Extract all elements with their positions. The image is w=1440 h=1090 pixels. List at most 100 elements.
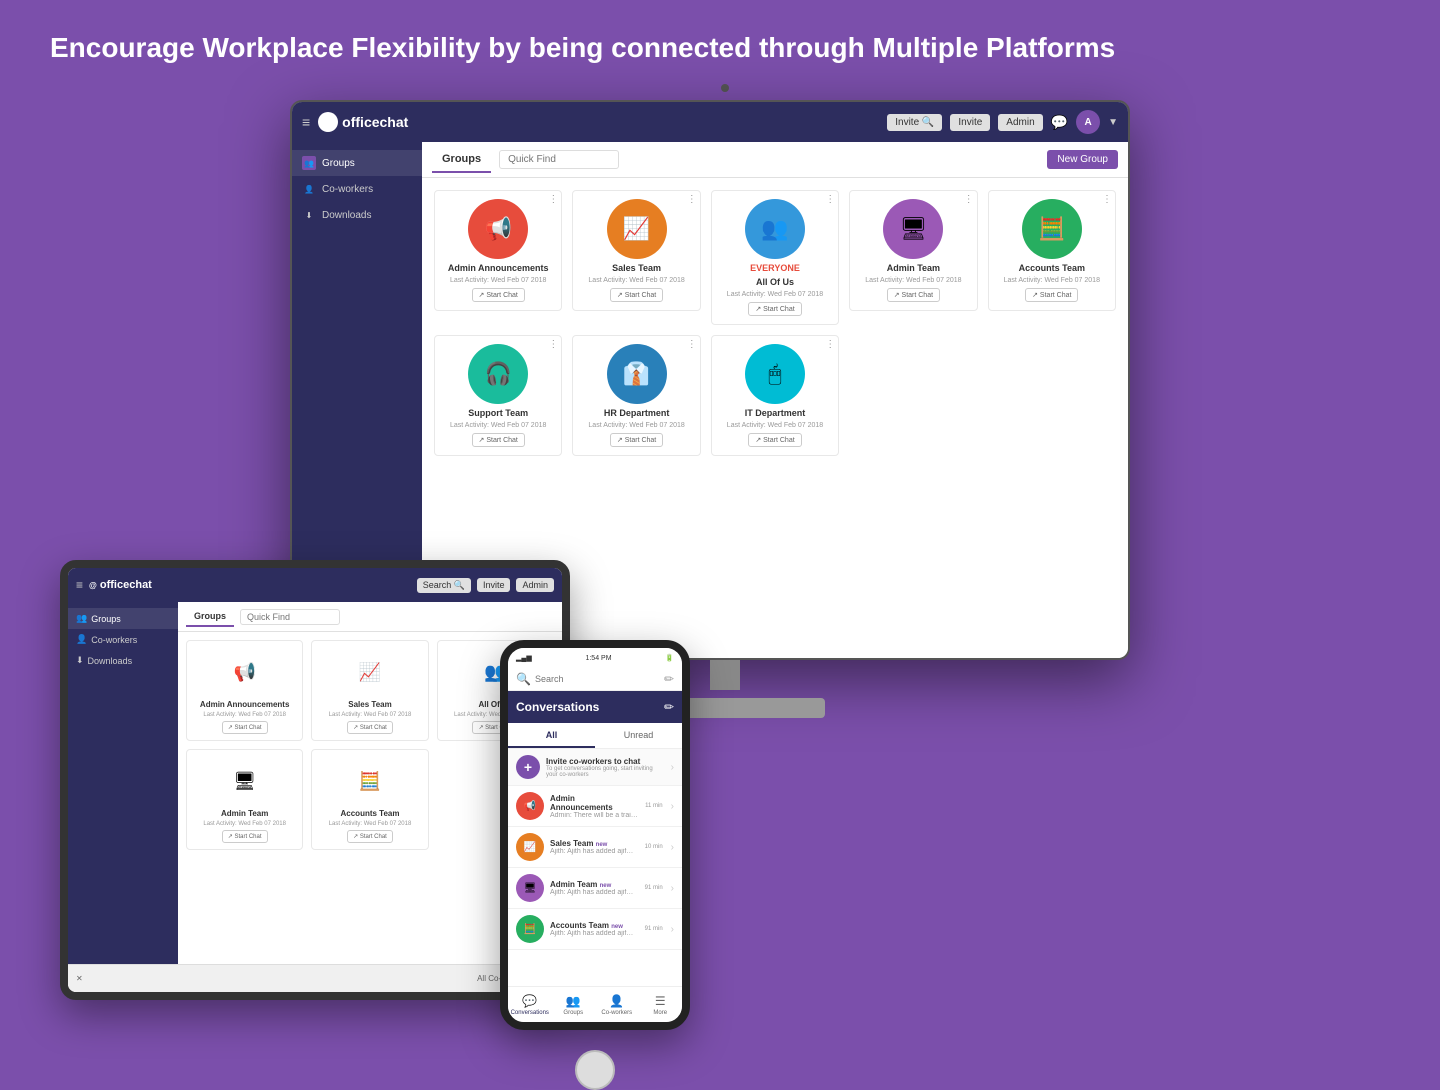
group-menu-icon[interactable]: ⋮	[1102, 194, 1112, 205]
tablet-group-icon-admin: 📢	[220, 647, 270, 697]
tablet-start-chat-admin[interactable]: ↗ Start Chat	[222, 721, 268, 734]
group-name-sales: Sales Team	[612, 263, 661, 273]
phone-search-icon[interactable]: 🔍	[516, 672, 531, 686]
tablet-group-admin-announcements[interactable]: 📢 Admin Announcements Last Activity: Wed…	[186, 640, 303, 741]
apple-logo-area	[620, 800, 760, 940]
dropdown-chevron-icon[interactable]: ▼	[1108, 117, 1118, 128]
new-group-button[interactable]: New Group	[1047, 150, 1118, 169]
search-button[interactable]: Invite 🔍	[887, 114, 942, 131]
tablet-topbar: ≡ @ officechat Search 🔍 Invite Admin	[68, 568, 562, 602]
group-date-it: Last Activity: Wed Feb 07 2018	[727, 422, 823, 429]
phone-nav-more[interactable]: ☰ More	[639, 987, 683, 1022]
group-card[interactable]: 📈 Sales Team Last Activity: Wed Feb 07 2…	[572, 190, 700, 311]
tablet-footer-close-icon[interactable]: ✕	[76, 974, 83, 983]
group-card-accounts: 🧮 Accounts Team Last Activity: Wed Feb 0…	[988, 190, 1116, 325]
group-everyone-label: EVERYONE	[750, 263, 800, 273]
group-name-support: Support Team	[468, 408, 528, 418]
tablet-downloads-label: Downloads	[88, 656, 133, 666]
tablet-start-chat-accounts[interactable]: ↗ Start Chat	[347, 830, 393, 843]
groups-nav-label: Groups	[563, 1010, 583, 1016]
groups-tab[interactable]: Groups	[432, 147, 491, 173]
tablet-coworkers-label: Co-workers	[91, 635, 137, 645]
monitor-stand-neck	[710, 660, 740, 690]
group-menu-icon[interactable]: ⋮	[687, 194, 697, 205]
group-menu-icon[interactable]: ⋮	[687, 339, 697, 350]
tablet-content-header: Groups	[178, 602, 562, 632]
group-card[interactable]: 🖥 Admin Team Last Activity: Wed Feb 07 2…	[849, 190, 977, 311]
sidebar-item-coworkers[interactable]: 👤 Co-workers	[292, 176, 422, 202]
sidebar-item-downloads[interactable]: ⬇ Downloads	[292, 202, 422, 228]
invite-button[interactable]: Invite	[950, 114, 990, 131]
sidebar-item-groups[interactable]: 👥 Groups	[292, 150, 422, 176]
tablet-search-btn[interactable]: Search 🔍	[417, 578, 471, 593]
group-name-accounts: Accounts Team	[1019, 263, 1085, 273]
phone-search-input[interactable]	[535, 674, 660, 684]
phone-home-button[interactable]	[575, 1050, 615, 1090]
group-name-all: All Of Us	[756, 277, 794, 287]
hamburger-icon[interactable]: ≡	[302, 114, 310, 130]
more-nav-icon: ☰	[655, 994, 666, 1008]
group-icon-accounts: 🧮	[1022, 199, 1082, 259]
monitor-dot	[721, 84, 729, 92]
tablet-start-chat-adminteam[interactable]: ↗ Start Chat	[222, 830, 268, 843]
group-icon-sales: 📈	[607, 199, 667, 259]
tablet-group-accounts[interactable]: 🧮 Accounts Team Last Activity: Wed Feb 0…	[311, 749, 428, 850]
tablet-group-admin-team[interactable]: 🖥 Admin Team Last Activity: Wed Feb 07 2…	[186, 749, 303, 850]
group-card[interactable]: 📢 Admin Announcements Last Activity: Wed…	[434, 190, 562, 311]
chat-icon[interactable]: 💬	[1051, 114, 1068, 131]
start-chat-all-btn[interactable]: ↗ Start Chat	[748, 302, 801, 316]
phone-tab-unread[interactable]: Unread	[595, 723, 682, 748]
tablet-hamburger-icon[interactable]: ≡	[76, 578, 83, 592]
group-card[interactable]: 👥 EVERYONE All Of Us Last Activity: Wed …	[711, 190, 839, 325]
tablet-invite-btn[interactable]: Invite	[477, 578, 511, 592]
start-chat-accounts-btn[interactable]: ↗ Start Chat	[1025, 288, 1078, 302]
group-card[interactable]: 👔 HR Department Last Activity: Wed Feb 0…	[572, 335, 700, 456]
tablet-group-sales[interactable]: 📈 Sales Team Last Activity: Wed Feb 07 2…	[311, 640, 428, 741]
admin-button[interactable]: Admin	[998, 114, 1042, 131]
group-menu-icon[interactable]: ⋮	[825, 194, 835, 205]
phone-signal-icon: ▂▄▆	[516, 654, 532, 662]
group-menu-icon[interactable]: ⋮	[548, 194, 558, 205]
group-menu-icon[interactable]: ⋮	[964, 194, 974, 205]
tablet-admin-btn[interactable]: Admin	[516, 578, 554, 592]
start-chat-adminteam-btn[interactable]: ↗ Start Chat	[887, 288, 940, 302]
group-menu-icon[interactable]: ⋮	[825, 339, 835, 350]
more-nav-label: More	[653, 1010, 667, 1016]
tablet-groups-icon: 👥	[76, 613, 87, 624]
invite-subtitle: To get conversations going, start inviti…	[546, 766, 665, 778]
start-chat-sales-btn[interactable]: ↗ Start Chat	[610, 288, 663, 302]
tablet-group-icon-adminteam: 🖥	[220, 756, 270, 806]
group-card-hr: 👔 HR Department Last Activity: Wed Feb 0…	[572, 335, 700, 456]
start-chat-admin-btn[interactable]: ↗ Start Chat	[472, 288, 525, 302]
tablet-sidebar-downloads[interactable]: ⬇ Downloads	[68, 650, 178, 671]
group-date-support: Last Activity: Wed Feb 07 2018	[450, 422, 546, 429]
group-icon-hr: 👔	[607, 344, 667, 404]
phone-nav-groups[interactable]: 👥 Groups	[552, 987, 596, 1022]
tablet-sidebar-groups[interactable]: 👥 Groups	[68, 608, 178, 629]
sidebar-groups-label: Groups	[322, 158, 355, 169]
group-card[interactable]: 🖱 IT Department Last Activity: Wed Feb 0…	[711, 335, 839, 456]
tablet-group-name-admin: Admin Announcements	[200, 700, 289, 709]
group-date-hr: Last Activity: Wed Feb 07 2018	[588, 422, 684, 429]
group-card[interactable]: 🧮 Accounts Team Last Activity: Wed Feb 0…	[988, 190, 1116, 311]
quick-find-input[interactable]	[499, 150, 619, 169]
tablet-groups-tab[interactable]: Groups	[186, 607, 234, 627]
phone-edit-icon[interactable]: ✏	[664, 672, 674, 686]
phone-tab-all[interactable]: All	[508, 723, 595, 748]
group-card[interactable]: 🎧 Support Team Last Activity: Wed Feb 07…	[434, 335, 562, 456]
tablet-quick-find-input[interactable]	[240, 609, 340, 625]
phone-nav-coworkers[interactable]: 👤 Co-workers	[595, 987, 639, 1022]
start-chat-it-btn[interactable]: ↗ Start Chat	[748, 433, 801, 447]
user-avatar[interactable]: A	[1076, 110, 1100, 134]
tablet-start-chat-sales[interactable]: ↗ Start Chat	[347, 721, 393, 734]
phone-header-edit-icon[interactable]: ✏	[664, 700, 674, 714]
tablet-downloads-icon: ⬇	[76, 655, 84, 666]
start-chat-support-btn[interactable]: ↗ Start Chat	[472, 433, 525, 447]
group-card-it: 🖱 IT Department Last Activity: Wed Feb 0…	[711, 335, 839, 456]
phone-nav-conversations[interactable]: 💬 Conversations	[508, 987, 552, 1022]
group-menu-icon[interactable]: ⋮	[548, 339, 558, 350]
tablet-sidebar-coworkers[interactable]: 👤 Co-workers	[68, 629, 178, 650]
tablet-group-name-accounts: Accounts Team	[341, 809, 400, 818]
invite-coworkers-banner[interactable]: + Invite co-workers to chat To get conve…	[508, 749, 682, 786]
start-chat-hr-btn[interactable]: ↗ Start Chat	[610, 433, 663, 447]
